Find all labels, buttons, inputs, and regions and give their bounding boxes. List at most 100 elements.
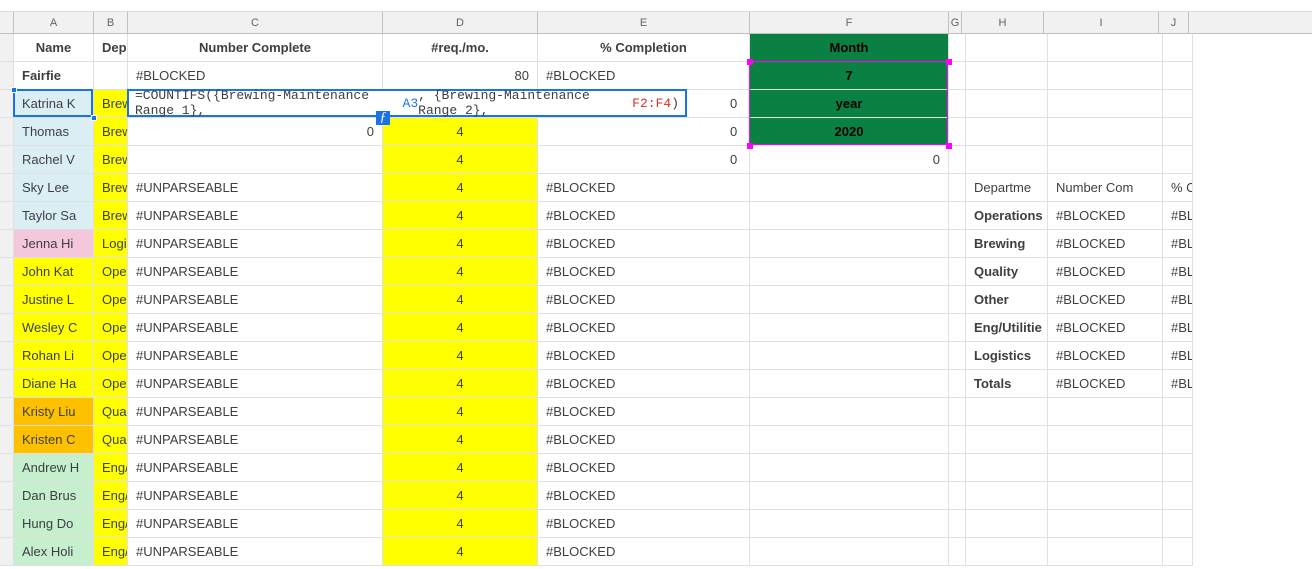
dep-cell[interactable]: Brew xyxy=(94,146,128,174)
name-cell[interactable]: Taylor Sa xyxy=(14,202,94,230)
cell-d[interactable]: 4 xyxy=(383,314,538,342)
cell-unparseable[interactable]: #UNPARSEABLE xyxy=(128,202,383,230)
cell[interactable] xyxy=(1048,118,1163,146)
summary-dep[interactable]: Other xyxy=(966,286,1048,314)
cell-unparseable[interactable]: #UNPARSEABLE xyxy=(128,258,383,286)
cell-blocked[interactable]: #BLOCKED xyxy=(538,426,750,454)
cell-unparseable[interactable]: #UNPARSEABLE xyxy=(128,370,383,398)
cell-d[interactable]: 4 xyxy=(383,286,538,314)
dep-cell[interactable]: Logi xyxy=(94,230,128,258)
cell[interactable] xyxy=(949,538,966,566)
summary-pct[interactable]: #BL xyxy=(1163,314,1193,342)
name-cell[interactable]: Katrina K xyxy=(14,90,94,118)
cell-d[interactable]: 4 xyxy=(383,146,538,174)
cell-unparseable[interactable]: #UNPARSEABLE xyxy=(128,538,383,566)
cell-fairfie[interactable]: Fairfie xyxy=(14,62,94,90)
cell[interactable] xyxy=(949,398,966,426)
cell[interactable] xyxy=(949,482,966,510)
cell[interactable] xyxy=(949,90,966,118)
summary-dep[interactable]: Eng/Utilitie xyxy=(966,314,1048,342)
cell-d[interactable]: 4 xyxy=(383,174,538,202)
cell[interactable] xyxy=(1163,426,1193,454)
summary-pct[interactable]: #BL xyxy=(1163,370,1193,398)
cell[interactable] xyxy=(1048,454,1163,482)
cell[interactable] xyxy=(1163,146,1193,174)
cell-unparseable[interactable]: #UNPARSEABLE xyxy=(128,286,383,314)
cell-d[interactable]: 4 xyxy=(383,370,538,398)
dep-cell[interactable]: Oper xyxy=(94,342,128,370)
header-numcomplete[interactable]: Number Complete xyxy=(128,34,383,62)
cell[interactable] xyxy=(750,258,949,286)
dep-cell[interactable]: Eng/ xyxy=(94,510,128,538)
cell[interactable] xyxy=(949,454,966,482)
cell-blocked[interactable]: #BLOCKED xyxy=(538,510,750,538)
summary-hdr-dep[interactable]: Departme xyxy=(966,174,1048,202)
cell[interactable] xyxy=(966,62,1048,90)
cell[interactable] xyxy=(1163,90,1193,118)
name-cell[interactable]: John Kat xyxy=(14,258,94,286)
cell[interactable] xyxy=(750,398,949,426)
column-header-G[interactable]: G xyxy=(949,12,962,33)
cell[interactable] xyxy=(750,230,949,258)
cell[interactable] xyxy=(949,426,966,454)
cell[interactable] xyxy=(966,398,1048,426)
summary-num[interactable]: #BLOCKED xyxy=(1048,202,1163,230)
dep-cell[interactable]: Eng/ xyxy=(94,482,128,510)
cell[interactable] xyxy=(1048,34,1163,62)
cell[interactable] xyxy=(1163,398,1193,426)
cell[interactable] xyxy=(949,314,966,342)
cell[interactable] xyxy=(538,118,750,146)
header-dep[interactable]: Dep xyxy=(94,34,128,62)
cell-blocked[interactable]: #BLOCKED xyxy=(538,370,750,398)
summary-num[interactable]: #BLOCKED xyxy=(1048,342,1163,370)
cell[interactable] xyxy=(949,62,966,90)
cell[interactable] xyxy=(949,258,966,286)
cell-zero[interactable]: 0 xyxy=(730,152,737,167)
dep-cell[interactable]: Brew xyxy=(94,118,128,146)
cell[interactable] xyxy=(1163,510,1193,538)
cell-d[interactable]: 4 xyxy=(383,454,538,482)
cell-d[interactable]: 4 xyxy=(383,342,538,370)
summary-dep[interactable]: Logistics xyxy=(966,342,1048,370)
dep-cell[interactable]: Qual xyxy=(94,398,128,426)
cell-d[interactable]: 4 xyxy=(383,538,538,566)
summary-pct[interactable]: #BL xyxy=(1163,202,1193,230)
summary-pct[interactable]: #BL xyxy=(1163,286,1193,314)
summary-num[interactable]: #BLOCKED xyxy=(1048,258,1163,286)
summary-dep[interactable]: Operations xyxy=(966,202,1048,230)
cell-blocked[interactable]: #BLOCKED xyxy=(538,538,750,566)
dep-cell[interactable]: Brew xyxy=(94,174,128,202)
cell[interactable] xyxy=(1163,34,1193,62)
summary-dep[interactable]: Quality xyxy=(966,258,1048,286)
cell[interactable] xyxy=(1048,62,1163,90)
cell-blocked[interactable]: #BLOCKED xyxy=(128,62,383,90)
range-handle[interactable] xyxy=(946,143,952,149)
cell[interactable] xyxy=(949,510,966,538)
cell-blocked[interactable]: #BLOCKED xyxy=(538,286,750,314)
cell[interactable] xyxy=(949,118,966,146)
name-cell[interactable]: Diane Ha xyxy=(14,370,94,398)
summary-num[interactable]: #BLOCKED xyxy=(1048,230,1163,258)
range-handle[interactable] xyxy=(747,59,753,65)
cell[interactable] xyxy=(949,370,966,398)
dep-cell[interactable]: Qual xyxy=(94,426,128,454)
column-header-D[interactable]: D xyxy=(383,12,538,33)
spreadsheet-grid[interactable]: NameDepNumber Complete#req./mo.% Complet… xyxy=(0,34,1312,566)
name-cell[interactable]: Rachel V xyxy=(14,146,94,174)
cell[interactable] xyxy=(750,342,949,370)
cell[interactable] xyxy=(949,146,966,174)
column-header-B[interactable]: B xyxy=(94,12,128,33)
column-header-I[interactable]: I xyxy=(1044,12,1159,33)
header-month[interactable]: Month xyxy=(750,34,949,62)
cell-blocked[interactable]: #BLOCKED xyxy=(538,174,750,202)
cell-d[interactable]: 4 xyxy=(383,426,538,454)
cell[interactable] xyxy=(966,426,1048,454)
cell-unparseable[interactable]: #UNPARSEABLE xyxy=(128,398,383,426)
cell[interactable] xyxy=(750,314,949,342)
cell[interactable] xyxy=(94,62,128,90)
header-pctcomp[interactable]: % Completion xyxy=(538,34,750,62)
column-header-F[interactable]: F xyxy=(750,12,949,33)
summary-pct[interactable]: #BL xyxy=(1163,230,1193,258)
cell[interactable] xyxy=(750,482,949,510)
column-header-H[interactable]: H xyxy=(962,12,1044,33)
